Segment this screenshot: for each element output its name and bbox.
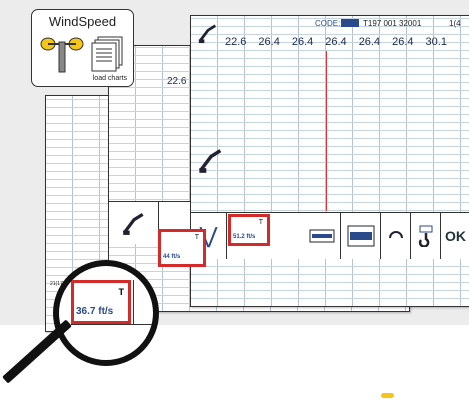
header-code-value: T197 001 32001 [363,19,422,28]
document-stack-icon [91,36,123,72]
header-code-label: CODE: [315,19,341,28]
value-cell: 30.1 [425,36,447,48]
card-subtitle: load charts [92,75,127,82]
header-page: 1(4 [449,19,461,28]
load-chart-sheet-front: CODE: T197 001 32001 1(4 22.6 26.4 26.4 … [190,15,469,307]
magnified-row-bottom [71,324,153,325]
yellow-mark [381,393,394,398]
grid-lines [191,16,469,306]
rope-info-icon [347,225,374,247]
value-cell: 22.6 [225,36,247,48]
magnified-divider [133,280,134,324]
t-label: T [194,234,199,241]
value-cell: 26.4 [325,36,347,48]
rotation-icon [388,231,403,239]
counterweight-icon [309,229,334,243]
magnified-speed-value: 36.7 ft/s [76,306,114,317]
header-code-box [341,19,359,27]
value-cell: 26.4 [392,36,414,48]
ok-label: OK [445,228,466,244]
crane-icon [199,149,222,173]
value-cell: 26.4 [258,36,280,48]
value-cell: 26.4 [358,36,381,48]
speed-value: 44 ft/s [163,254,181,260]
magnified-speed-box: T 36.7 ft/s [71,280,131,324]
value-cell: 26.4 [291,36,314,48]
row-values: 22.6 26.4 26.4 26.4 26.4 26.4 30.1 [225,36,447,48]
middle-sheet-value: 22.6 [167,76,187,87]
t-label: T [258,219,263,226]
anemometer-icon [40,37,84,73]
highlight-line [326,51,327,211]
hook-icon [418,225,432,247]
crane-icon [122,212,144,235]
magnifier-lens: T 36.7 ft/s [53,260,159,366]
counterweight-cell [303,213,341,259]
windspeed-card: WindSpeed load charts [31,9,134,87]
speed-highlight-middle: T 44 ft/s [158,229,206,267]
rope-info-cell [341,213,381,259]
speed-highlight-front: T 51.2 ft/s [228,214,270,246]
crane-cell [109,202,159,244]
magnifier-handle [2,319,72,384]
card-title: WindSpeed [48,14,117,29]
rotation-cell [381,213,411,259]
hook-cell [411,213,441,259]
crane-icon [198,24,217,44]
t-label: T [118,287,125,297]
speed-value: 51.2 ft/s [233,234,256,240]
